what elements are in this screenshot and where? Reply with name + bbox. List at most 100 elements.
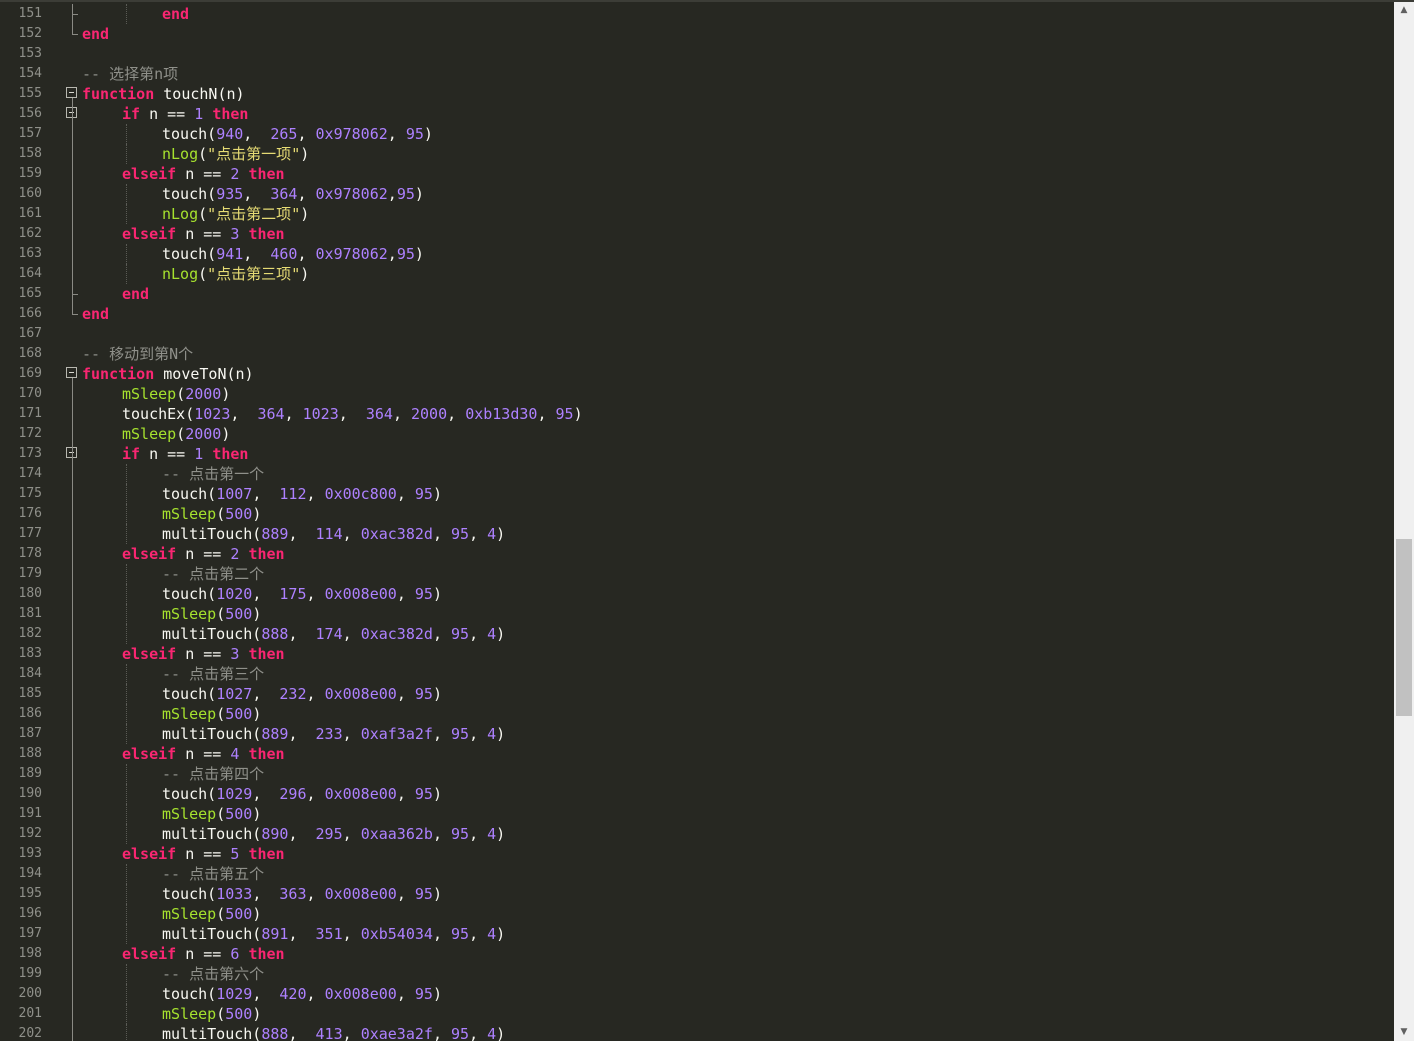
code-line[interactable]: 153: [0, 44, 1394, 64]
code-line[interactable]: 170 mSleep(2000): [0, 384, 1394, 404]
line-number: 158: [18, 146, 42, 161]
code-token: 265: [270, 125, 298, 143]
line-number: 154: [18, 66, 42, 81]
code-line[interactable]: 160 touch(935, 364, 0x978062,95): [0, 184, 1394, 204]
fold-collapse-icon[interactable]: [66, 87, 77, 98]
code-line[interactable]: 197 multiTouch(891, 351, 0xb54034, 95, 4): [0, 924, 1394, 944]
line-number: 176: [18, 506, 42, 521]
code-line[interactable]: 158 nLog("点击第一项"): [0, 144, 1394, 164]
code-line[interactable]: 185 touch(1027, 232, 0x008e00, 95): [0, 684, 1394, 704]
code-token: ,: [252, 985, 280, 1003]
code-line[interactable]: 179 -- 点击第二个: [0, 564, 1394, 584]
code-token: ,: [306, 585, 325, 603]
code-line[interactable]: 165 end: [0, 284, 1394, 304]
scrollbar-thumb[interactable]: [1396, 539, 1412, 716]
code-line[interactable]: 182 multiTouch(888, 174, 0xac382d, 95, 4): [0, 624, 1394, 644]
code-editor[interactable]: 151 end 152 end 153 154 -- 选择第n项 155 function to…: [0, 0, 1414, 1041]
code-area[interactable]: 151 end 152 end 153 154 -- 选择第n项 155 function to…: [0, 2, 1394, 1041]
code-line[interactable]: 151 end: [0, 4, 1394, 24]
code-text: end: [122, 284, 149, 304]
code-line[interactable]: 183 elseif n == 3 then: [0, 644, 1394, 664]
code-line[interactable]: 189 -- 点击第四个: [0, 764, 1394, 784]
code-line[interactable]: 198 elseif n == 6 then: [0, 944, 1394, 964]
code-token: then: [248, 225, 285, 243]
indent-guide: [126, 684, 127, 704]
code-text: -- 点击第一个: [162, 464, 264, 484]
code-token: if: [122, 445, 141, 463]
code-token: 0x978062: [315, 245, 388, 263]
code-token: 4: [487, 525, 497, 543]
code-text: touch(941, 460, 0x978062,95): [162, 244, 424, 264]
code-token: mSleep: [162, 805, 217, 823]
vertical-scrollbar[interactable]: ▲ ▼: [1394, 2, 1414, 1041]
code-line[interactable]: 181 mSleep(500): [0, 604, 1394, 624]
code-token: ,: [432, 1025, 451, 1041]
code-line[interactable]: 176 mSleep(500): [0, 504, 1394, 524]
code-line[interactable]: 192 multiTouch(890, 295, 0xaa362b, 95, 4): [0, 824, 1394, 844]
code-line[interactable]: 177 multiTouch(889, 114, 0xac382d, 95, 4): [0, 524, 1394, 544]
code-line[interactable]: 175 touch(1007, 112, 0x00c800, 95): [0, 484, 1394, 504]
code-line[interactable]: 166 end: [0, 304, 1394, 324]
code-token: ,: [342, 525, 361, 543]
code-line[interactable]: 173 if n == 1 then: [0, 444, 1394, 464]
code-token: 1027: [216, 685, 253, 703]
code-token: (: [176, 425, 186, 443]
code-token: touch(: [162, 185, 217, 203]
code-token: 95: [396, 245, 415, 263]
code-line[interactable]: 168 -- 移动到第N个: [0, 344, 1394, 364]
code-line[interactable]: 191 mSleep(500): [0, 804, 1394, 824]
code-line[interactable]: 184 -- 点击第三个: [0, 664, 1394, 684]
code-line[interactable]: 194 -- 点击第五个: [0, 864, 1394, 884]
code-line[interactable]: 172 mSleep(2000): [0, 424, 1394, 444]
code-text: multiTouch(888, 174, 0xac382d, 95, 4): [162, 624, 505, 644]
scroll-up-arrow-icon[interactable]: ▲: [1394, 2, 1414, 19]
code-line[interactable]: 155 function touchN(n): [0, 84, 1394, 104]
code-line[interactable]: 199 -- 点击第六个: [0, 964, 1394, 984]
line-number: 153: [18, 46, 42, 61]
code-line[interactable]: 161 nLog("点击第二项"): [0, 204, 1394, 224]
code-line[interactable]: 180 touch(1020, 175, 0x008e00, 95): [0, 584, 1394, 604]
code-line[interactable]: 167: [0, 324, 1394, 344]
code-line[interactable]: 174 -- 点击第一个: [0, 464, 1394, 484]
code-line[interactable]: 171 touchEx(1023, 364, 1023, 364, 2000, 0…: [0, 404, 1394, 424]
code-line[interactable]: 202 multiTouch(888, 413, 0xae3a2f, 95, 4): [0, 1024, 1394, 1041]
code-token: 95: [414, 785, 433, 803]
line-number: 174: [18, 466, 42, 481]
code-line[interactable]: 186 mSleep(500): [0, 704, 1394, 724]
code-text: mSleep(500): [162, 504, 261, 524]
code-token: -- 点击第三个: [162, 665, 265, 683]
code-token: 4: [487, 725, 497, 743]
code-text: mSleep(500): [162, 804, 261, 824]
code-line[interactable]: 163 touch(941, 460, 0x978062,95): [0, 244, 1394, 264]
code-token: ): [423, 125, 433, 143]
code-token: ,: [469, 725, 488, 743]
code-line[interactable]: 190 touch(1029, 296, 0x008e00, 95): [0, 784, 1394, 804]
code-line[interactable]: 157 touch(940, 265, 0x978062, 95): [0, 124, 1394, 144]
code-line[interactable]: 195 touch(1033, 363, 0x008e00, 95): [0, 884, 1394, 904]
fold-collapse-icon[interactable]: [66, 367, 77, 378]
code-line[interactable]: 178 elseif n == 2 then: [0, 544, 1394, 564]
code-line[interactable]: 152 end: [0, 24, 1394, 44]
code-line[interactable]: 156 if n == 1 then: [0, 104, 1394, 124]
code-line[interactable]: 193 elseif n == 5 then: [0, 844, 1394, 864]
code-line[interactable]: 187 multiTouch(889, 233, 0xaf3a2f, 95, 4): [0, 724, 1394, 744]
code-line[interactable]: 196 mSleep(500): [0, 904, 1394, 924]
code-line[interactable]: 162 elseif n == 3 then: [0, 224, 1394, 244]
code-line[interactable]: 169 function moveToN(n): [0, 364, 1394, 384]
code-text: end: [82, 304, 109, 324]
line-number: 191: [18, 806, 42, 821]
line-number: 196: [18, 906, 42, 921]
code-line[interactable]: 159 elseif n == 2 then: [0, 164, 1394, 184]
code-line[interactable]: 188 elseif n == 4 then: [0, 744, 1394, 764]
code-text: function moveToN(n): [82, 364, 254, 384]
code-token: ): [496, 825, 506, 843]
code-token: 95: [414, 685, 433, 703]
line-number: 200: [18, 986, 42, 1001]
code-line[interactable]: 201 mSleep(500): [0, 1004, 1394, 1024]
code-token: n ==: [140, 445, 195, 463]
scroll-down-arrow-icon[interactable]: ▼: [1394, 1024, 1414, 1041]
code-line[interactable]: 200 touch(1029, 420, 0x008e00, 95): [0, 984, 1394, 1004]
code-line[interactable]: 164 nLog("点击第三项"): [0, 264, 1394, 284]
code-line[interactable]: 154 -- 选择第n项: [0, 64, 1394, 84]
indent-guide: [126, 1004, 127, 1024]
